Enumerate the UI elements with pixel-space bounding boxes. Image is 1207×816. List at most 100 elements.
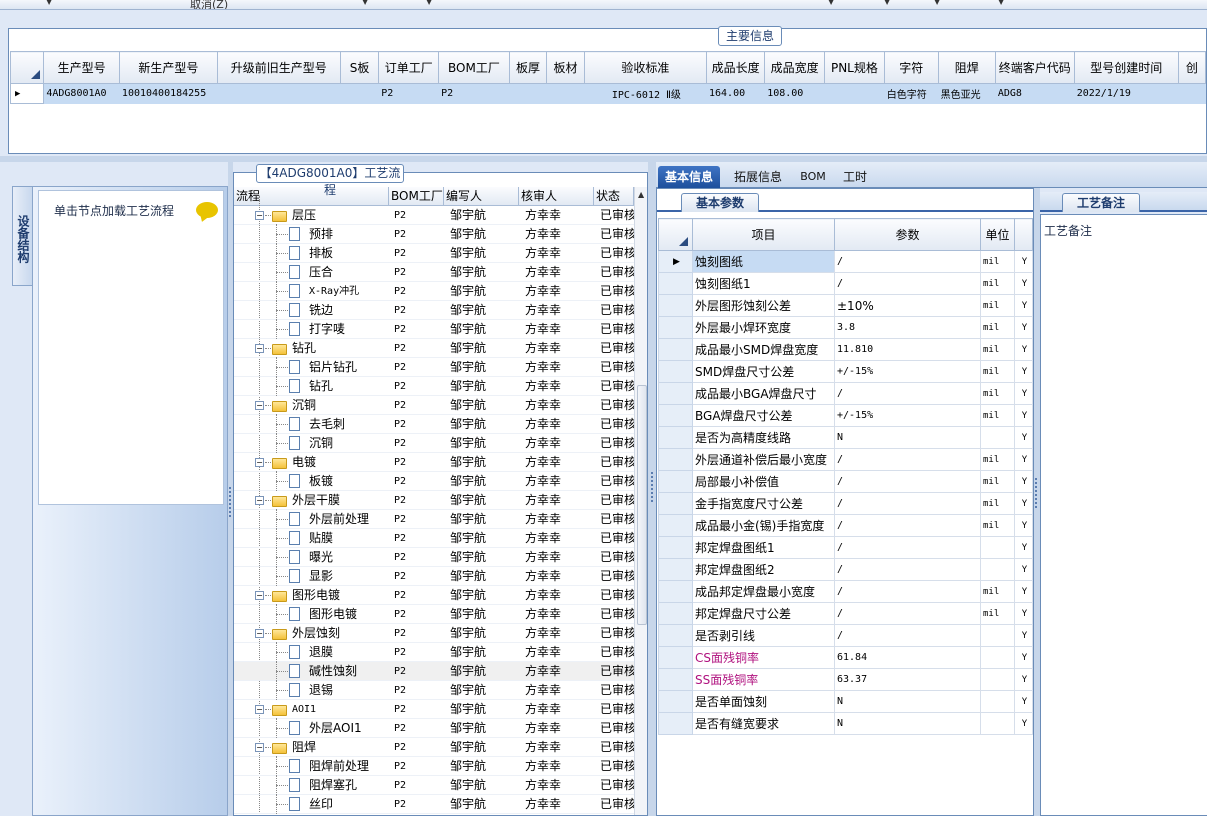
param-unit[interactable]: mil <box>980 404 1015 427</box>
table-row[interactable]: 外层通道补偿后最小宽度 / mil Y <box>658 448 1033 471</box>
param-item[interactable]: 是否单面蚀刻 <box>692 690 835 713</box>
vertical-splitter[interactable] <box>648 162 656 816</box>
flow-tree-row[interactable]: 曝光 P2 邹宇航 方幸幸 已审核 <box>234 547 634 567</box>
main-info-column-header[interactable]: 升级前旧生产型号 <box>216 51 341 84</box>
main-info-cell[interactable]: 108.00 <box>764 83 826 104</box>
flow-tree-row[interactable]: 板镀 P2 邹宇航 方幸幸 已审核 <box>234 471 634 491</box>
param-item[interactable]: 邦定焊盘图纸2 <box>692 558 835 581</box>
main-info-column-header[interactable]: 板材 <box>546 51 585 84</box>
param-unit[interactable]: mil <box>980 294 1015 317</box>
collapse-icon[interactable]: − <box>255 591 264 600</box>
table-row[interactable]: SMD焊盘尺寸公差 +/-15% mil Y <box>658 360 1033 383</box>
main-info-cell[interactable]: 2022/1/19 <box>1074 83 1179 104</box>
main-info-column-header[interactable]: 型号创建时间 <box>1073 51 1179 84</box>
collapse-icon[interactable]: − <box>255 401 264 410</box>
table-row[interactable]: 是否单面蚀刻 N Y <box>658 690 1033 713</box>
param-flag[interactable]: Y <box>1014 404 1033 427</box>
param-item[interactable]: 外层最小焊环宽度 <box>692 316 835 339</box>
param-item[interactable]: SMD焊盘尺寸公差 <box>692 360 835 383</box>
param-unit[interactable] <box>980 646 1015 669</box>
dropdown-arrow-icon[interactable]: ▼ <box>934 0 940 6</box>
row-header-cell[interactable] <box>658 646 693 669</box>
tab-work-hours[interactable]: 工时 <box>836 166 874 188</box>
param-value[interactable]: / <box>834 514 981 537</box>
param-flag[interactable]: Y <box>1014 646 1033 669</box>
param-item[interactable]: 邦定焊盘尺寸公差 <box>692 602 835 625</box>
row-header-cell[interactable] <box>658 690 693 713</box>
flow-tree-row[interactable]: 丝印 P2 邹宇航 方幸幸 已审核 <box>234 794 634 814</box>
table-row[interactable]: BGA焊盘尺寸公差 +/-15% mil Y <box>658 404 1033 427</box>
param-item[interactable]: 成品最小BGA焊盘尺寸 <box>692 382 835 405</box>
main-info-column-header[interactable]: 终端客户代码 <box>994 51 1075 84</box>
param-flag[interactable]: Y <box>1014 426 1033 449</box>
flow-tree-row[interactable]: 贴膜 P2 邹宇航 方幸幸 已审核 <box>234 528 634 548</box>
row-header-cell[interactable] <box>658 580 693 603</box>
main-info-column-header[interactable]: 字符 <box>883 51 939 84</box>
flow-tree-row[interactable]: − 钻孔 P2 邹宇航 方幸幸 已审核 <box>234 339 634 358</box>
param-item[interactable]: 局部最小补偿值 <box>692 470 835 493</box>
param-item[interactable]: 成品最小金(锡)手指宽度 <box>692 514 835 537</box>
row-header-cell[interactable] <box>658 382 693 405</box>
main-info-column-header[interactable]: 验收标准 <box>583 51 708 84</box>
param-item[interactable]: 是否有缝宽要求 <box>692 712 835 735</box>
param-value[interactable]: / <box>834 492 981 515</box>
collapse-icon[interactable]: − <box>255 629 264 638</box>
param-value[interactable]: / <box>834 536 981 559</box>
main-info-cell[interactable]: ADG8 <box>995 83 1075 104</box>
param-value[interactable]: N <box>834 712 981 735</box>
param-item[interactable]: 外层图形蚀刻公差 <box>692 294 835 317</box>
flow-tree-row[interactable]: 预排 P2 邹宇航 方幸幸 已审核 <box>234 224 634 244</box>
flow-column-header[interactable]: BOM工厂 <box>389 187 444 206</box>
main-info-cell[interactable]: 164.00 <box>706 83 766 104</box>
flow-tree-row[interactable]: 退锡 P2 邹宇航 方幸幸 已审核 <box>234 680 634 700</box>
table-row[interactable]: 是否为高精度线路 N Y <box>658 426 1033 449</box>
flow-tree-row[interactable]: 铝片钻孔 P2 邹宇航 方幸幸 已审核 <box>234 357 634 377</box>
collapse-icon[interactable]: − <box>255 211 264 220</box>
flow-tree-row[interactable]: X-Ray冲孔 P2 邹宇航 方幸幸 已审核 <box>234 281 634 301</box>
collapse-icon[interactable]: − <box>255 705 264 714</box>
flow-tree-row[interactable]: 打字唛 P2 邹宇航 方幸幸 已审核 <box>234 319 634 339</box>
table-row[interactable]: 金手指宽度尺寸公差 / mil Y <box>658 492 1033 515</box>
param-flag[interactable]: Y <box>1014 514 1033 537</box>
param-unit[interactable]: mil <box>980 580 1015 603</box>
collapse-icon[interactable]: − <box>255 344 264 353</box>
flow-tree-row[interactable]: 压合 P2 邹宇航 方幸幸 已审核 <box>234 262 634 282</box>
param-value[interactable]: / <box>834 448 981 471</box>
flow-column-header[interactable]: 编写人 <box>444 187 519 206</box>
param-unit[interactable]: mil <box>980 492 1015 515</box>
collapse-icon[interactable]: − <box>255 743 264 752</box>
params-column-header[interactable]: 单位 <box>980 218 1015 251</box>
param-value[interactable]: +/-15% <box>834 360 981 383</box>
main-info-cell[interactable] <box>509 83 548 104</box>
flow-scrollbar[interactable]: ▲ <box>634 187 647 815</box>
flow-tree-row[interactable]: 去毛刺 P2 邹宇航 方幸幸 已审核 <box>234 414 634 434</box>
row-header-cell[interactable] <box>658 712 693 735</box>
param-flag[interactable]: Y <box>1014 294 1033 317</box>
tab-process-notes[interactable]: 工艺备注 <box>1062 193 1140 212</box>
flow-tree-row[interactable]: − 沉铜 P2 邹宇航 方幸幸 已审核 <box>234 396 634 415</box>
param-flag[interactable]: Y <box>1014 272 1033 295</box>
row-header-cell[interactable] <box>658 338 693 361</box>
param-value[interactable]: 3.8 <box>834 316 981 339</box>
table-row[interactable]: 邦定焊盘图纸1/ Y <box>658 536 1033 559</box>
main-info-column-header[interactable]: 板厚 <box>508 51 548 84</box>
main-info-column-header[interactable]: PNL规格 <box>824 51 885 84</box>
table-row[interactable]: 是否剥引线 / Y <box>658 624 1033 647</box>
flow-tree-row[interactable]: 阻焊前处理 P2 邹宇航 方幸幸 已审核 <box>234 756 634 776</box>
param-unit[interactable]: mil <box>980 250 1015 273</box>
main-info-cell[interactable]: 4ADG8001A0 <box>43 83 120 104</box>
param-value[interactable]: / <box>834 558 981 581</box>
param-unit[interactable] <box>980 624 1015 647</box>
table-row[interactable]: 外层图形蚀刻公差 ±10% mil Y <box>658 294 1033 317</box>
param-flag[interactable]: Y <box>1014 580 1033 603</box>
param-value[interactable]: 63.37 <box>834 668 981 691</box>
main-info-column-header[interactable]: 生产型号 <box>43 51 120 84</box>
row-header-cell[interactable] <box>658 536 693 559</box>
param-value[interactable]: 11.810 <box>834 338 981 361</box>
main-info-column-header[interactable]: 创 <box>1177 51 1207 84</box>
flow-tree-row[interactable]: 铣边 P2 邹宇航 方幸幸 已审核 <box>234 300 634 320</box>
process-notes-panel[interactable] <box>1040 214 1207 816</box>
param-value[interactable]: +/-15% <box>834 404 981 427</box>
main-info-column-header[interactable]: 成品宽度 <box>764 51 826 84</box>
param-unit[interactable]: mil <box>980 382 1015 405</box>
